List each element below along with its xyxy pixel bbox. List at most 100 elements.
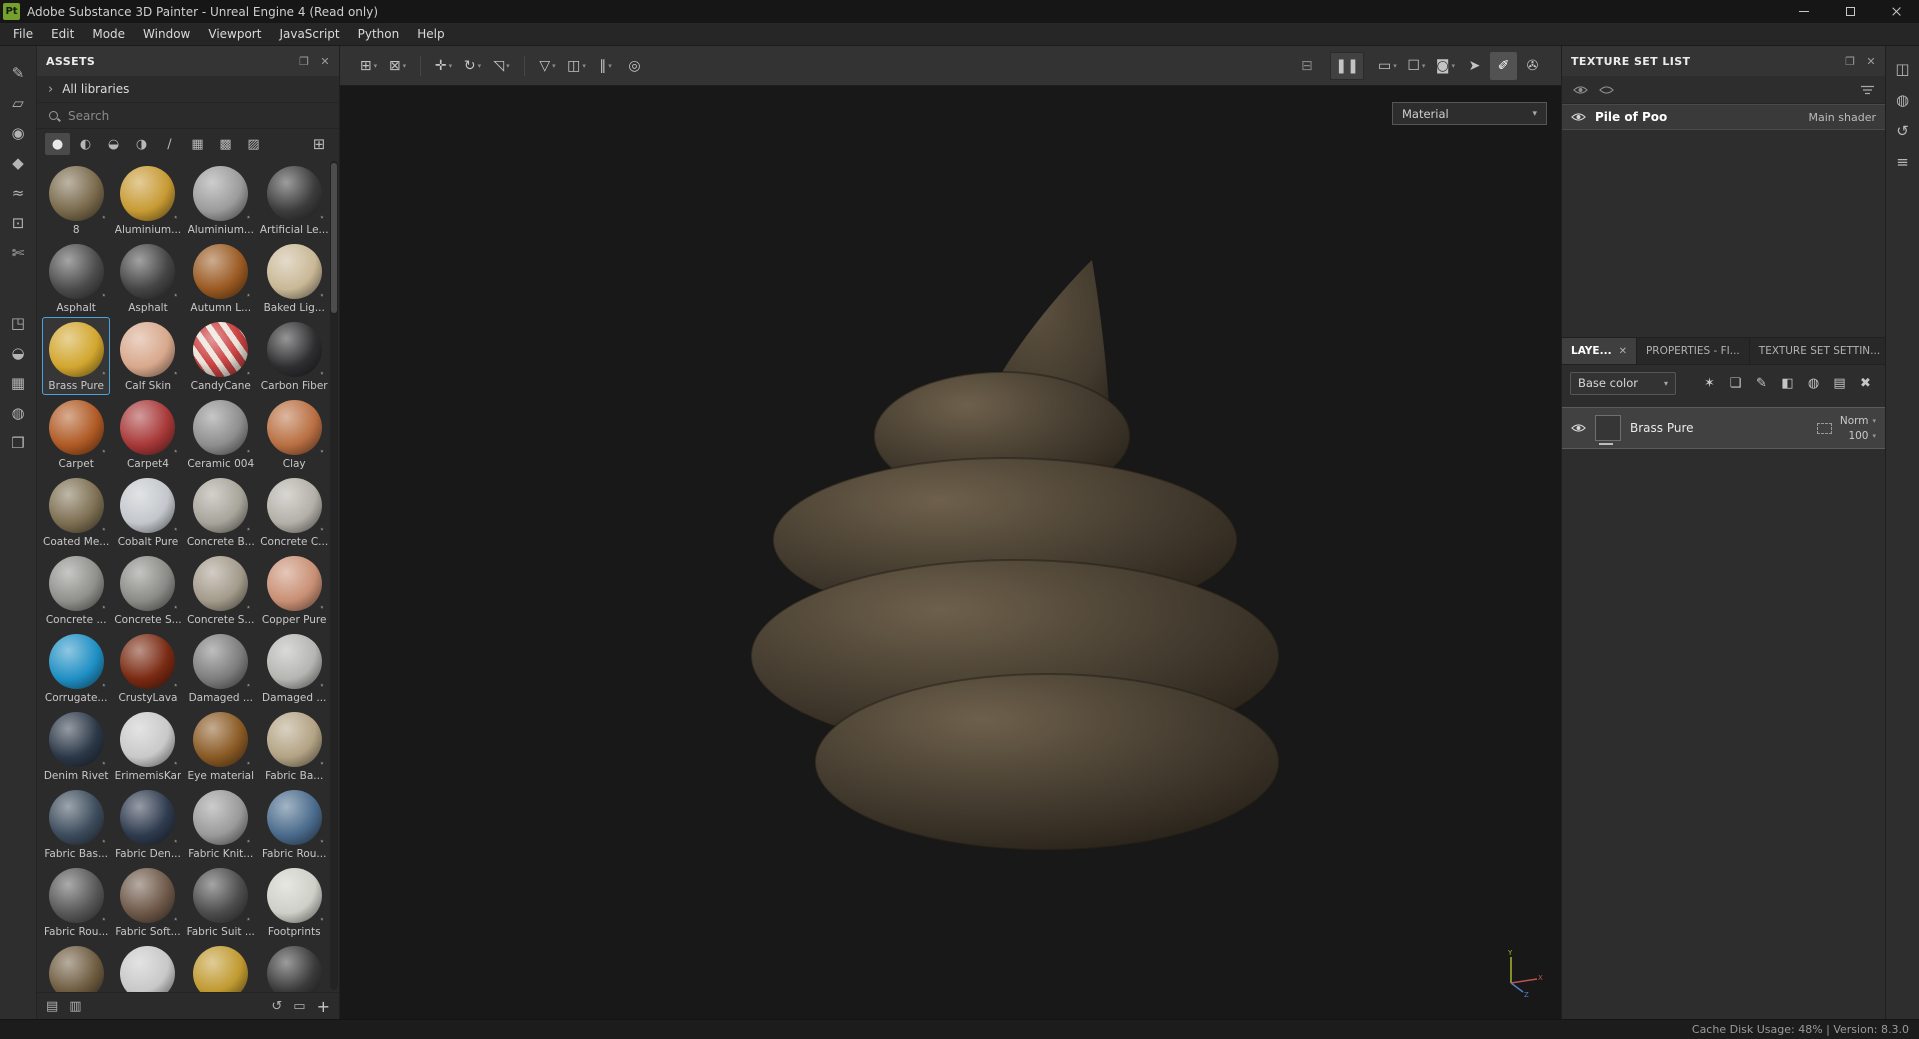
quick-mask-icon[interactable]: ▽ ▾	[534, 52, 561, 80]
material-item[interactable]: ⋆ Fabric Rou...	[42, 863, 110, 941]
baking-mode-icon[interactable]: ▦	[3, 368, 33, 398]
add-smart-material-icon[interactable]: ◍	[1802, 372, 1825, 394]
visibility-eye-icon[interactable]	[1571, 112, 1586, 122]
material-item[interactable]: ⋆ Copper Pure	[259, 551, 330, 629]
material-item[interactable]: ⋆ Asphalt	[42, 239, 110, 317]
menu-item[interactable]: Python	[349, 23, 409, 45]
window-minimize-button[interactable]	[1781, 0, 1827, 23]
material-item[interactable]: ⋆ Concrete S...	[186, 551, 256, 629]
material-picker-tool-icon[interactable]: ✄	[3, 238, 33, 268]
mesh-view-icon[interactable]: ☐ ▾	[1403, 52, 1430, 80]
material-item[interactable]: ⋆	[42, 941, 110, 992]
filter-textures-icon[interactable]: ◑	[129, 133, 154, 155]
export-textures-icon[interactable]: ◳	[3, 308, 33, 338]
material-item[interactable]: ⋆ CrustyLava	[113, 629, 182, 707]
grid-view-toggle-icon[interactable]: ⊞	[307, 135, 331, 153]
delete-layer-icon[interactable]: ✖	[1854, 372, 1877, 394]
filter-materials-icon[interactable]: ●	[45, 133, 70, 155]
material-item[interactable]: ⋆ Calf Skin	[113, 317, 182, 395]
falloff-icon[interactable]: ∥ ▾	[592, 52, 619, 80]
filter-alphas-icon[interactable]: ▦	[185, 133, 210, 155]
warp-transform-icon[interactable]: ⊠ ▾	[384, 52, 411, 80]
pointer-mode-icon[interactable]: ➤▾	[1461, 52, 1488, 80]
material-item[interactable]: ⋆ Concrete S...	[113, 551, 182, 629]
add-asset-button[interactable]: +	[317, 997, 330, 1016]
scale-icon[interactable]: ◹ ▾	[488, 52, 515, 80]
camera-settings-icon[interactable]: ◙ ▾	[1432, 52, 1459, 80]
dock-tab[interactable]: LAYE... ✕	[1562, 338, 1637, 364]
channel-selector-dropdown[interactable]: Base color ▾	[1570, 371, 1676, 395]
import-resources-icon[interactable]: ▭	[293, 999, 305, 1014]
material-item[interactable]: ⋆	[113, 941, 182, 992]
viewport-capture-icon[interactable]: ✇▾	[1519, 52, 1546, 80]
tab-close-icon[interactable]: ✕	[1619, 346, 1627, 357]
symmetry-icon[interactable]: ◫ ▾	[563, 52, 590, 80]
dock-tab[interactable]: TEXTURE SET SETTIN... ✕	[1750, 338, 1891, 364]
material-item[interactable]: ⋆ CandyCane	[186, 317, 256, 395]
material-item[interactable]: ⋆ Corrugate...	[42, 629, 110, 707]
perspective-toggle-icon[interactable]: ⊟▾	[1293, 52, 1320, 80]
blend-mode-dropdown[interactable]: Norm ▾	[1840, 415, 1876, 427]
add-fill-layer-icon[interactable]: ❏	[1724, 372, 1747, 394]
add-group-icon[interactable]: ▤	[1828, 372, 1851, 394]
material-item[interactable]: ⋆ Carpet	[42, 395, 110, 473]
search-input[interactable]	[68, 108, 328, 123]
filter-brushes-icon[interactable]: ∕	[157, 133, 182, 155]
layer-row[interactable]: Brass Pure Norm ▾ 100 ▾	[1562, 407, 1885, 449]
add-paint-layer-icon[interactable]: ✎	[1750, 372, 1773, 394]
material-view-icon[interactable]: ▭ ▾	[1374, 52, 1401, 80]
assets-scrollbar[interactable]	[330, 161, 338, 990]
bucket-fill-icon[interactable]: ◧	[1776, 372, 1799, 394]
material-item[interactable]: ⋆ Concrete ...	[42, 551, 110, 629]
float-panel-icon[interactable]: ❐	[1845, 55, 1855, 68]
material-item[interactable]: ⋆ Aluminium...	[113, 161, 182, 239]
lazy-mouse-icon[interactable]: ◎▾	[621, 52, 648, 80]
close-panel-icon[interactable]: ✕	[320, 55, 330, 68]
add-effect-icon[interactable]: ✶	[1698, 372, 1721, 394]
pile-of-poo-model[interactable]	[747, 254, 1287, 854]
material-item[interactable]: ⋆ Fabric Suit ...	[186, 863, 256, 941]
material-item[interactable]: ⋆ Autumn L...	[186, 239, 256, 317]
snap-transform-icon[interactable]: ⊞ ▾	[355, 52, 382, 80]
material-item[interactable]: ⋆ Carbon Fiber	[259, 317, 330, 395]
material-item[interactable]: ⋆ Concrete C...	[259, 473, 330, 551]
filter-smart-masks-icon[interactable]: ◒	[101, 133, 126, 155]
move-icon[interactable]: ✛ ▾	[430, 52, 457, 80]
display-settings-icon[interactable]: ◫	[1895, 60, 1909, 78]
material-item[interactable]: ⋆ Carpet4	[113, 395, 182, 473]
material-item[interactable]: ⋆	[186, 941, 256, 992]
show-all-eye-icon[interactable]	[1573, 85, 1588, 95]
clone-tool-icon[interactable]: ⊡	[3, 208, 33, 238]
viewport-shader-dropdown[interactable]: Material ▾	[1392, 102, 1547, 125]
filter-procedurals-icon[interactable]: ▩	[213, 133, 238, 155]
list-filter-icon[interactable]	[1861, 85, 1874, 95]
material-item[interactable]: ⋆ Concrete B...	[186, 473, 256, 551]
window-close-button[interactable]	[1873, 0, 1919, 23]
layer-opacity-dropdown[interactable]: 100 ▾	[1848, 430, 1876, 442]
texture-set-row[interactable]: Pile of Poo Main shader	[1562, 104, 1885, 130]
polygon-fill-tool-icon[interactable]: ◆	[3, 148, 33, 178]
brush-mode-icon[interactable]: ✐▾	[1490, 51, 1517, 80]
material-item[interactable]: ⋆ Brass Pure	[42, 317, 111, 395]
menu-item[interactable]: JavaScript	[270, 23, 348, 45]
history-icon[interactable]: ↺	[1896, 122, 1909, 140]
axis-gizmo[interactable]: Y X Z	[1495, 947, 1545, 997]
layer-thumbnail[interactable]	[1595, 415, 1621, 445]
material-item[interactable]: ⋆ ErimemisKar	[113, 707, 182, 785]
material-item[interactable]: ⋆ Fabric Knit...	[186, 785, 256, 863]
menu-item[interactable]: Viewport	[199, 23, 270, 45]
material-item[interactable]: ⋆ Eye material	[186, 707, 256, 785]
menu-item[interactable]: Edit	[42, 23, 83, 45]
layer-visibility-eye-icon[interactable]	[1571, 423, 1586, 433]
material-item[interactable]: ⋆ Denim Rivet	[42, 707, 110, 785]
filter-smart-materials-icon[interactable]: ◐	[73, 133, 98, 155]
shader-settings-icon[interactable]: ◍	[1896, 91, 1909, 109]
resources-updater-icon[interactable]: ◒	[3, 338, 33, 368]
material-item[interactable]: ⋆ Coated Me...	[42, 473, 110, 551]
material-item[interactable]: ⋆ Fabric Ba...	[259, 707, 330, 785]
menu-item[interactable]: Mode	[83, 23, 134, 45]
paint-tool-icon[interactable]: ✎	[3, 58, 33, 88]
menu-item[interactable]: Help	[408, 23, 453, 45]
menu-item[interactable]: Window	[134, 23, 199, 45]
material-item[interactable]: ⋆ Ceramic 004	[186, 395, 256, 473]
